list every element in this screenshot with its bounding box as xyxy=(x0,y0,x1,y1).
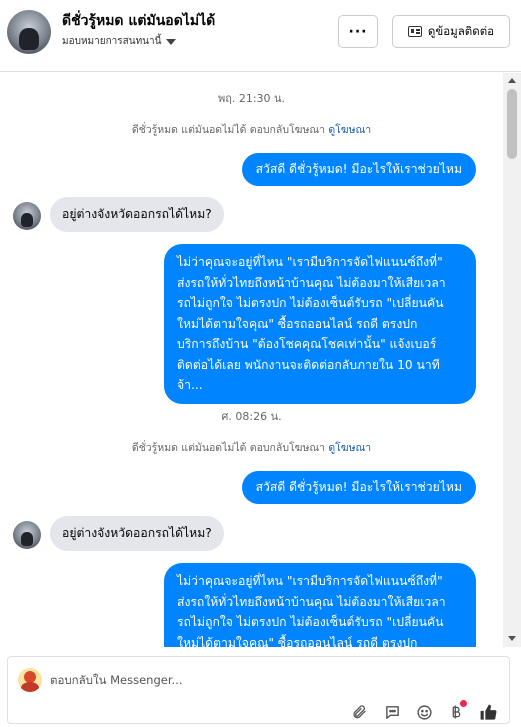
thread-scrollbar[interactable] xyxy=(503,73,521,647)
timestamp: พฤ. 21:30 น. xyxy=(217,92,286,105)
message-line: ติดต่อได้เลย พนักงานจะติดต่อกลับภายใน 10… xyxy=(177,357,440,372)
message-line: ส่งรถให้ทั่วไทยถึงหน้าบ้านคุณ ไม่ต้องมาใ… xyxy=(177,275,446,290)
more-options-button[interactable]: ··· xyxy=(338,15,378,48)
view-contact-info-button[interactable]: ดูข้อมูลติดต่อ xyxy=(392,15,510,48)
message-line: บริการถึงบ้าน "ต้องโชคคุณโชคเท่านั้น" แจ… xyxy=(177,337,437,351)
reply-input[interactable] xyxy=(50,669,490,691)
outgoing-message[interactable]: สวัสดี ดีชั่วรู้หมด! มีอะไรให้เราช่วยไหม xyxy=(241,153,476,186)
message-line: ส่งรถให้ทั่วไทยถึงหน้าบ้านคุณ ไม่ต้องมาใ… xyxy=(177,594,446,609)
notification-dot xyxy=(460,700,467,707)
ad-reply-text: ดีชั่วรู้หมด แต่มันอดไม่ได้ ตอบกลับโฆษณา xyxy=(131,442,325,454)
ad-reply-note: ดีชั่วรู้หมด แต่มันอดไม่ได้ ตอบกลับโฆษณา… xyxy=(0,121,503,138)
sender-avatar[interactable] xyxy=(13,521,41,549)
thumbs-up-icon[interactable] xyxy=(477,701,499,723)
chat-bubble-icon[interactable] xyxy=(381,701,403,723)
message-line: ไม่ว่าคุณจะอยู่ที่ไหน "เรามีบริการจัดไฟแ… xyxy=(177,574,443,588)
ad-reply-note: ดีชั่วรู้หมด แต่มันอดไม่ได้ ตอบกลับโฆษณา… xyxy=(0,439,503,456)
message-line: รถไม่ถูกใจ ไม่ตรงปก ไม่ต้องเซ็นต์รับรถ "… xyxy=(177,615,444,629)
message-thread[interactable]: พฤ. 21:30 น. ดีชั่วรู้หมด แต่มันอดไม่ได้… xyxy=(0,73,503,647)
incoming-message[interactable]: อยู่ต่างจังหวัดออกรถได้ไหม? xyxy=(50,197,224,232)
message-line: ไม่ว่าคุณจะอยู่ที่ไหน "เรามีบริการจัดไฟแ… xyxy=(177,255,443,269)
page-avatar[interactable] xyxy=(7,10,51,54)
baht-icon[interactable] xyxy=(445,700,467,723)
ad-reply-text: ดีชั่วรู้หมด แต่มันอดไม่ได้ ตอบกลับโฆษณา xyxy=(131,124,325,136)
view-ad-link[interactable]: ดูโฆษณา xyxy=(328,442,371,454)
scroll-down-arrow-icon[interactable] xyxy=(508,636,516,641)
incoming-message[interactable]: อยู่ต่างจังหวัดออกรถได้ไหม? xyxy=(50,516,224,551)
message-line: ใหม่ได้ตามใจคุณ" ซื้อรถออนไลน์ รถดี ตรงป… xyxy=(177,635,418,648)
assign-conversation-dropdown[interactable]: มอบหมายการสนทนานี้ xyxy=(62,34,177,49)
view-contact-info-label: ดูข้อมูลติดต่อ xyxy=(427,23,495,38)
message-line: จ้า... xyxy=(177,378,203,392)
sender-avatar[interactable] xyxy=(13,202,41,230)
timestamp: ศ. 08:26 น. xyxy=(221,410,282,423)
page-name[interactable]: ดีชั่วรู้หมด แต่มันอดไม่ได้ xyxy=(62,10,215,32)
scrollbar-thumb[interactable] xyxy=(507,89,517,159)
outgoing-message[interactable]: สวัสดี ดีชั่วรู้หมด! มีอะไรให้เราช่วยไหม xyxy=(241,471,476,504)
paperclip-icon[interactable] xyxy=(348,701,370,723)
view-ad-link[interactable]: ดูโฆษณา xyxy=(328,124,371,136)
conversation-header: ดีชั่วรู้หมด แต่มันอดไม่ได้ มอบหมายการสน… xyxy=(0,0,521,72)
responder-avatar xyxy=(18,668,42,692)
message-line: รถไม่ถูกใจ ไม่ตรงปก ไม่ต้องเซ็นต์รับรถ "… xyxy=(177,296,444,310)
composer-box xyxy=(7,656,510,724)
emoji-icon[interactable] xyxy=(413,701,435,723)
assign-conversation-label: มอบหมายการสนทนานี้ xyxy=(62,36,162,47)
outgoing-message[interactable]: ไม่ว่าคุณจะอยู่ที่ไหน "เรามีบริการจัดไฟแ… xyxy=(164,244,476,404)
outgoing-message[interactable]: ไม่ว่าคุณจะอยู่ที่ไหน "เรามีบริการจัดไฟแ… xyxy=(164,563,476,647)
composer xyxy=(0,652,521,727)
message-line: ใหม่ได้ตามใจคุณ" ซื้อรถออนไลน์ รถดี ตรงป… xyxy=(177,316,418,331)
contact-card-icon xyxy=(407,26,422,37)
scroll-up-arrow-icon[interactable] xyxy=(508,78,516,83)
caret-down-icon xyxy=(166,38,177,45)
